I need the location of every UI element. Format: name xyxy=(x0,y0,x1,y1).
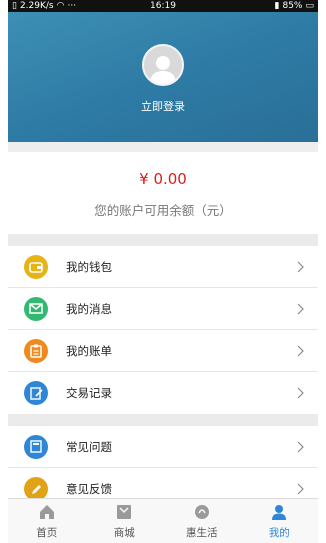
life-icon xyxy=(194,504,209,519)
nav-label: 商城 xyxy=(113,526,135,539)
nav-item-home[interactable]: 首页 xyxy=(8,499,86,543)
balance-card: ¥ 0.00 您的账户可用余额（元） xyxy=(8,152,318,234)
menu-item-transactions[interactable]: 交易记录 xyxy=(8,372,318,414)
balance-amount: ¥ 0.00 xyxy=(139,170,187,188)
section-gap xyxy=(8,414,318,426)
phone-screen: ▯ 2.29K/s ◠ ··· ▮ 85% ▭ 16:19 立即登录 ¥ 0.0… xyxy=(8,0,318,543)
menu-label: 常见问题 xyxy=(66,439,112,454)
chevron-right-icon xyxy=(297,261,304,272)
nav-label: 首页 xyxy=(36,526,58,539)
status-right: ▮ 85% ▭ xyxy=(275,0,314,12)
menu-item-bill[interactable]: 我的账单 xyxy=(8,330,318,372)
bill-icon xyxy=(24,338,48,363)
menu-item-faq[interactable]: 常见问题 xyxy=(8,426,318,468)
chevron-right-icon xyxy=(297,441,304,452)
wallet-icon xyxy=(24,254,48,279)
more-dots: ··· xyxy=(67,1,77,11)
menu-item-wallet[interactable]: 我的钱包 xyxy=(8,246,318,288)
chevron-right-icon xyxy=(297,345,304,356)
menu-label: 我的账单 xyxy=(66,343,112,358)
battery-percent: 85% xyxy=(282,1,303,11)
nav-label: 惠生活 xyxy=(186,526,218,539)
login-button[interactable]: 立即登录 xyxy=(141,98,185,114)
nav-item-life[interactable]: 惠生活 xyxy=(163,499,241,543)
menu-label: 意见反馈 xyxy=(66,482,112,496)
section-gap xyxy=(8,234,318,246)
status-bar: ▯ 2.29K/s ◠ ··· ▮ 85% ▭ 16:19 xyxy=(8,0,318,12)
sim-icon: ▯ xyxy=(12,1,17,11)
menu-label: 我的钱包 xyxy=(66,259,112,274)
record-icon xyxy=(24,381,48,405)
nav-item-mine[interactable]: 我的 xyxy=(241,499,319,543)
chevron-right-icon xyxy=(297,483,304,495)
signal-icon: ▮ xyxy=(274,1,280,11)
divider xyxy=(8,142,318,152)
wifi-icon: ◠ xyxy=(56,1,65,11)
home-icon xyxy=(39,504,54,519)
chevron-right-icon xyxy=(297,387,304,399)
status-left: ▯ 2.29K/s ◠ ··· xyxy=(12,0,76,12)
bottom-nav: 首页 商城 惠生活 我的 xyxy=(8,498,318,543)
menu-group-primary: 我的钱包 我的消息 我的账单 交易记录 xyxy=(8,246,318,414)
person-icon xyxy=(272,504,287,520)
network-speed: 2.29K/s xyxy=(19,1,54,11)
balance-label: 您的账户可用余额（元） xyxy=(94,203,232,218)
menu-label: 我的消息 xyxy=(66,301,112,316)
avatar[interactable] xyxy=(142,44,184,86)
menu-label: 交易记录 xyxy=(66,386,112,400)
profile-header: 立即登录 xyxy=(8,12,318,142)
battery-icon: ▭ xyxy=(305,1,314,11)
nav-label: 我的 xyxy=(268,526,290,539)
chevron-right-icon xyxy=(297,303,304,314)
menu-item-messages[interactable]: 我的消息 xyxy=(8,288,318,330)
mail-icon xyxy=(24,296,48,321)
mall-icon xyxy=(117,504,132,519)
person-avatar-icon xyxy=(150,56,176,84)
nav-item-mall[interactable]: 商城 xyxy=(86,499,164,543)
faq-icon xyxy=(24,434,48,459)
